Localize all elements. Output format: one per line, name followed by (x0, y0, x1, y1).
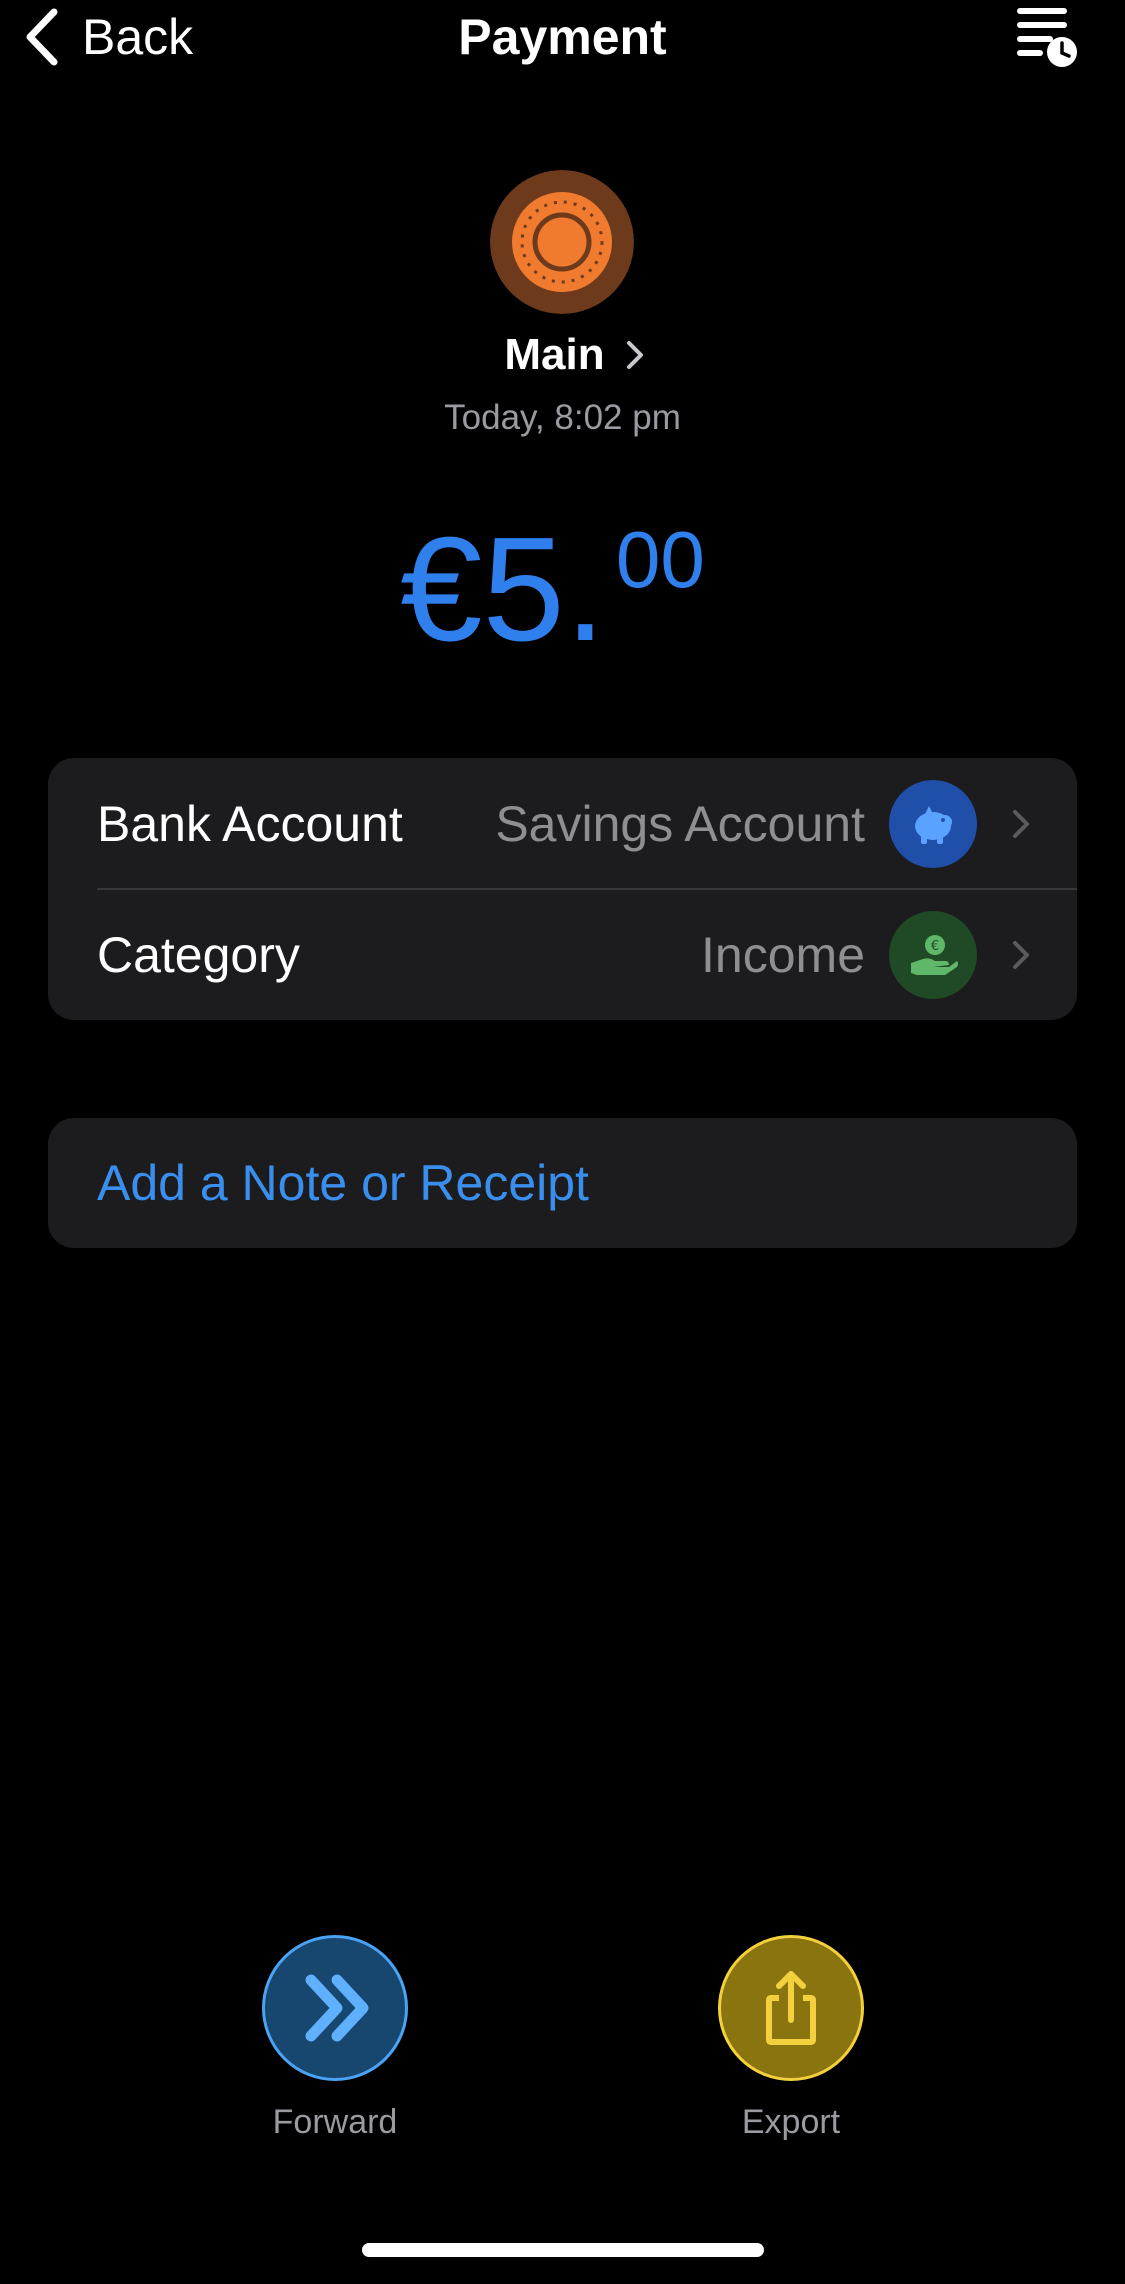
double-chevron-right-icon (305, 1974, 369, 2042)
category-row[interactable]: Category Income € (48, 889, 1077, 1020)
page-title: Payment (458, 9, 667, 65)
export-circle (718, 1935, 864, 2081)
export-label: Export (741, 2103, 841, 2141)
share-icon (766, 1971, 816, 2045)
add-note-label: Add a Note or Receipt (97, 1155, 589, 1211)
forward-button[interactable]: Forward (262, 1935, 408, 2141)
details-card: Bank Account Savings Account Category In… (48, 758, 1077, 1020)
hand-euro-coin-icon: € (889, 910, 977, 999)
transaction-date: Today, 8:02 pm (444, 398, 681, 437)
export-button[interactable]: Export (718, 1935, 864, 2141)
chevron-right-icon (626, 341, 643, 369)
account-selector[interactable]: Main (0, 330, 1125, 380)
forward-label: Forward (272, 2103, 398, 2141)
sun-coin-icon (490, 170, 634, 314)
category-label: Category (97, 926, 300, 983)
bank-account-row[interactable]: Bank Account Savings Account (48, 758, 1077, 890)
amount-main: €5. (400, 507, 606, 672)
bank-account-label: Bank Account (97, 795, 403, 852)
bank-account-value: Savings Account (495, 795, 865, 852)
chevron-right-icon (1013, 809, 1029, 838)
svg-text:€: € (931, 939, 939, 954)
add-note-button[interactable]: Add a Note or Receipt (48, 1118, 1077, 1248)
amount: €5. 00 (0, 510, 1125, 670)
forward-circle (262, 1935, 408, 2081)
home-indicator[interactable] (362, 2243, 764, 2257)
account-name: Main (504, 330, 605, 379)
amount-cents: 00 (615, 515, 705, 604)
piggy-bank-icon (889, 779, 977, 868)
chevron-right-icon (1013, 940, 1029, 969)
list-clock-icon[interactable] (1012, 0, 1080, 72)
category-value: Income (701, 926, 865, 983)
